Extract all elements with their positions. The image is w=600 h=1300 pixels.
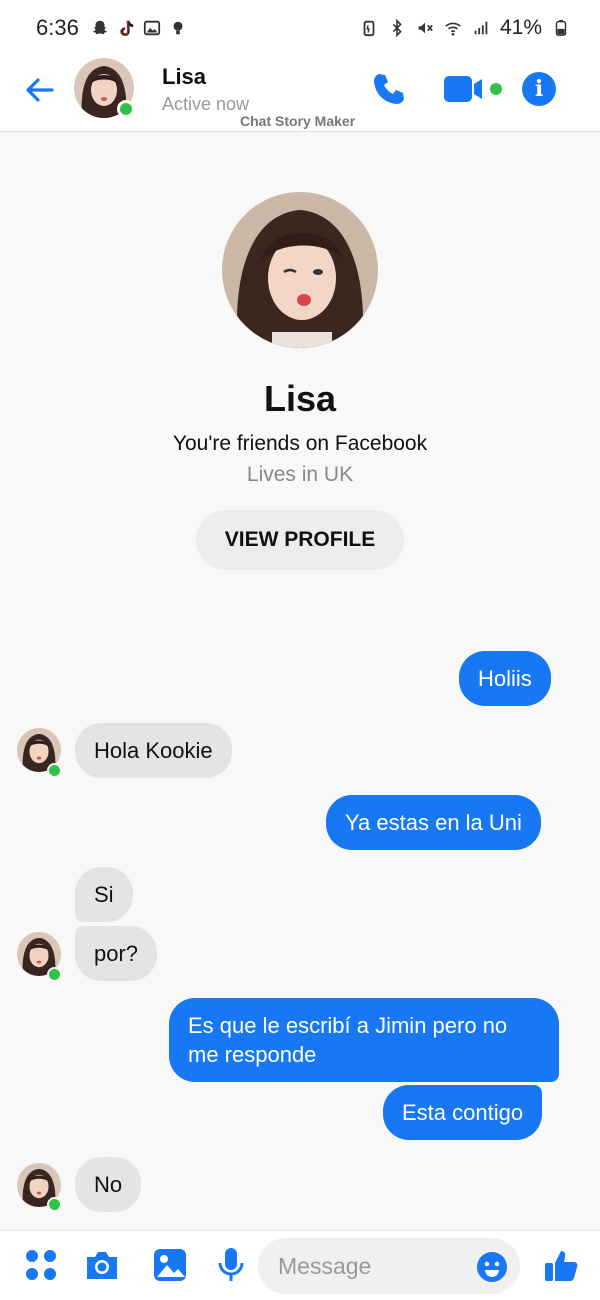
emoji-icon[interactable] — [476, 1251, 508, 1283]
battery-percent: 41% — [499, 16, 542, 39]
back-arrow-icon[interactable] — [22, 72, 58, 108]
watermark: Chat Story Maker — [240, 113, 356, 129]
message-outgoing[interactable]: Esta contigo — [383, 1085, 543, 1140]
like-thumb-icon[interactable] — [542, 1247, 580, 1285]
info-icon[interactable]: i — [522, 72, 556, 106]
wifi-icon — [445, 22, 461, 36]
composer-bar — [0, 1230, 600, 1300]
camera-icon[interactable] — [83, 1246, 121, 1284]
online-indicator — [47, 967, 62, 982]
online-indicator — [117, 100, 135, 118]
message-incoming[interactable]: Hola Kookie — [75, 723, 232, 778]
tiktok-icon — [120, 20, 134, 37]
video-camera-icon[interactable] — [442, 74, 492, 104]
mute-icon — [418, 22, 433, 34]
snapchat-icon — [92, 20, 108, 35]
message-incoming[interactable]: por? — [75, 926, 158, 981]
gallery-icon — [143, 20, 160, 36]
status-left-icons — [91, 19, 187, 37]
message-incoming[interactable]: No — [75, 1157, 142, 1212]
phone-icon[interactable] — [370, 70, 408, 108]
status-time: 6:36 — [36, 15, 79, 40]
profile-name: Lisa — [263, 378, 337, 419]
message-outgoing[interactable]: Es que le escribí a Jimin pero no me res… — [169, 998, 559, 1082]
video-online-dot — [490, 83, 502, 95]
bulb-icon — [173, 21, 183, 35]
signal-icon — [474, 21, 488, 35]
active-status: Active now — [162, 94, 250, 114]
chat-header: Lisa Active now Chat Story Maker i — [0, 56, 600, 132]
message-outgoing[interactable]: Holiis — [459, 651, 551, 706]
online-indicator — [47, 763, 62, 778]
battery-saver-icon — [363, 20, 375, 37]
status-right: 41% — [360, 16, 570, 40]
location-text: Lives in UK — [246, 463, 354, 486]
message-incoming[interactable]: Si — [75, 867, 133, 922]
apps-menu-icon[interactable] — [22, 1246, 60, 1284]
profile-photo[interactable] — [222, 192, 378, 348]
message-outgoing[interactable]: Ya estas en la Uni — [326, 795, 541, 850]
online-indicator — [47, 1197, 62, 1212]
friends-text: You're friends on Facebook — [172, 432, 428, 455]
gallery-icon[interactable] — [151, 1246, 189, 1284]
microphone-icon[interactable] — [212, 1246, 250, 1284]
battery-icon — [555, 19, 567, 36]
bluetooth-icon — [392, 19, 402, 37]
view-profile-button[interactable]: VIEW PROFILE — [196, 510, 404, 570]
status-bar: 6:36 41% — [0, 0, 600, 56]
profile-photo-image — [222, 192, 378, 348]
contact-name[interactable]: Lisa — [162, 64, 206, 90]
